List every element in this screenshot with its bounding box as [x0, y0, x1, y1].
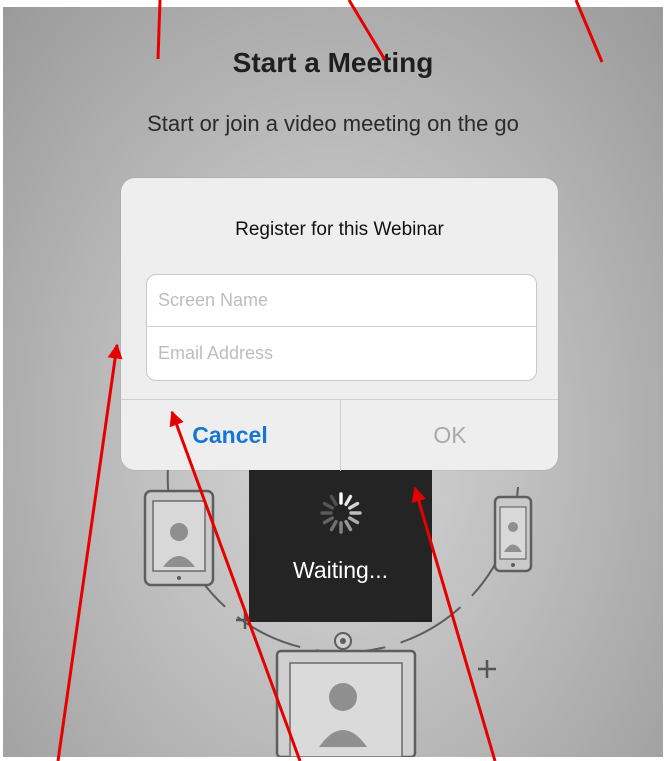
cancel-button[interactable]: Cancel	[121, 400, 339, 471]
waiting-overlay: Waiting...	[249, 465, 432, 622]
screen-name-field[interactable]	[147, 275, 536, 327]
email-field[interactable]	[147, 327, 536, 379]
waiting-label: Waiting...	[292, 557, 388, 583]
phone-icon	[493, 495, 533, 573]
register-dialog: Register for this Webinar Cancel OK	[121, 178, 558, 471]
ok-button[interactable]: OK	[340, 400, 559, 471]
room-system-icon	[275, 632, 417, 757]
spinner-icon	[320, 492, 362, 534]
registration-fields	[146, 274, 537, 381]
dialog-title: Register for this Webinar	[235, 219, 444, 240]
app-screen: Start a Meeting Start or join a video me…	[3, 7, 663, 757]
dialog-button-row: Cancel OK	[121, 399, 558, 471]
tablet-icon	[143, 489, 215, 587]
